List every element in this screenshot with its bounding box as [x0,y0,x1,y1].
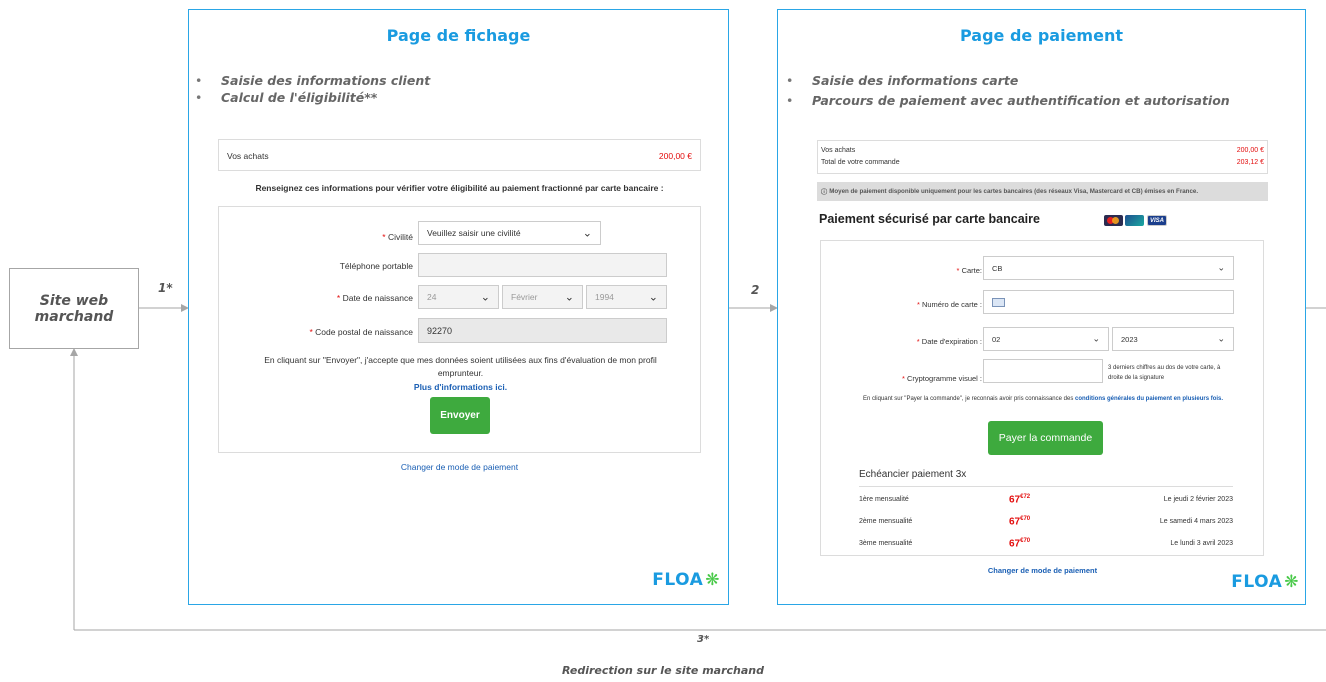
postal-input[interactable]: 92270 [418,318,667,343]
expiry-label: * Date d'expiration : [916,337,982,346]
installment-date: Le jeudi 2 février 2023 [1163,496,1233,503]
birth-month-select[interactable]: Février ⌄ [502,285,583,309]
chevron-down-icon: ⌄ [1217,262,1225,273]
floa-logo: FLOA ❋ [652,570,720,590]
fichage-bullet-2: • Calcul de l'éligibilité** [195,90,378,105]
paiement-panel: Page de paiement • Saisie des information… [777,9,1306,605]
paiement-title: Page de paiement [960,26,1123,45]
birth-year-select[interactable]: 1994 ⌄ [586,285,667,309]
birth-year-value: 1994 [595,292,614,302]
expiry-year-select[interactable]: 2023 ⌄ [1112,327,1234,351]
schedule-title: Echéancier paiement 3x [859,469,967,480]
terms-text: En cliquant sur "Payer la commande", je … [861,395,1225,404]
chevron-down-icon: ⌄ [1217,333,1225,344]
birth-day-value: 24 [427,292,437,302]
card-type-select[interactable]: CB ⌄ [983,256,1234,280]
card-notice: Moyen de paiement disponible uniquement … [829,188,1199,195]
credit-card-icon [992,297,1005,307]
paiement-bullet-1: • Saisie des informations carte [786,73,1019,88]
schedule-row: 1ère mensualité 67€72 Le jeudi 2 février… [859,494,1233,508]
mastercard-icon [1104,215,1123,226]
expiry-month-value: 02 [992,334,1001,344]
card-type-label: * Carte: [956,266,982,275]
redirect-label: Redirection sur le site marchand [561,664,765,677]
purchases-label: Vos achats [821,147,856,154]
installment-label: 1ère mensualité [859,496,909,503]
fichage-change-mode-link[interactable]: Changer de mode de paiement [189,462,730,472]
chevron-down-icon: ⌄ [648,291,658,304]
consent-text: En cliquant sur "Envoyer", j'accepte que… [264,355,657,378]
birth-day-select[interactable]: 24 ⌄ [418,285,499,309]
flower-icon: ❋ [705,570,720,590]
step2-label: 2 [751,283,760,297]
purchases-label: Vos achats [227,151,269,161]
chevron-down-icon: ⌄ [1092,333,1100,344]
installment-date: Le lundi 3 avril 2023 [1170,540,1233,547]
cb-icon [1125,215,1144,226]
total-amount: 203,12 € [1236,159,1264,166]
schedule-divider [859,486,1233,487]
card-number-input[interactable] [983,290,1234,314]
purchases-amount: 200,00 € [1236,147,1264,154]
civilite-select[interactable]: Veuillez saisir une civilité ⌄ [418,221,601,245]
step3-label: 3* [697,634,710,645]
cvv-input[interactable] [983,359,1103,383]
birth-month-value: Février [511,292,538,302]
card-number-label: * Numéro de carte : [916,300,982,309]
step1-label: 1* [158,281,173,295]
chevron-down-icon: ⌄ [582,227,592,240]
postal-label: * Code postal de naissance [309,327,413,337]
birthdate-label: * Date de naissance [336,293,413,303]
cvv-label: * Cryptogramme visuel : [901,374,982,383]
flower-icon: ❋ [1284,572,1299,592]
installment-label: 3ème mensualité [859,540,913,547]
expiry-year-value: 2023 [1121,334,1138,344]
fichage-form-card: * Civilité Veuillez saisir une civilité … [218,206,701,453]
chevron-down-icon: ⌄ [480,291,490,304]
civilite-value: Veuillez saisir une civilité [427,228,521,238]
fichage-instruction: Renseignez ces informations pour vérifie… [255,183,664,193]
schedule-row: 2ème mensualité 67€70 Le samedi 4 mars 2… [859,516,1233,530]
total-label: Total de votre commande [821,159,900,166]
installment-amount: 67€70 [1009,538,1031,550]
fichage-bullet-1: • Saisie des informations client [195,73,431,88]
schedule-row: 3ème mensualité 67€70 Le lundi 3 avril 2… [859,538,1233,552]
expiry-month-select[interactable]: 02 ⌄ [983,327,1109,351]
installment-amount: 67€72 [1009,494,1031,506]
terms-link[interactable]: conditions générales du paiement en plus… [1075,396,1223,402]
cvv-help: 3 derniers chiffres au dos de votre cart… [1108,365,1221,381]
installment-label: 2ème mensualité [859,518,913,525]
paiement-change-mode-link[interactable]: Changer de mode de paiement [778,566,1307,575]
secure-title: Paiement sécurisé par carte bancaire [819,212,1040,226]
pay-button[interactable]: Payer la commande [988,421,1103,455]
info-icon: ⓘ [821,189,828,196]
merchant-label-line2: marchand [34,308,114,325]
more-info-link[interactable]: Plus d'informations ici. [219,382,702,392]
civilite-label: * Civilité [382,232,413,242]
payment-form-card: * Carte: CB ⌄ * Numéro de carte : * Date… [820,240,1264,556]
floa-logo: FLOA ❋ [1231,572,1299,592]
purchases-amount: 200,00 € [658,151,692,161]
merchant-label-line1: Site web [39,292,109,309]
fichage-title: Page de fichage [386,26,531,45]
telephone-label: Téléphone portable [339,261,413,271]
paiement-bullet-2: • Parcours de paiement avec authentificat… [786,93,1230,108]
installment-date: Le samedi 4 mars 2023 [1159,518,1233,525]
visa-icon: VISA [1147,215,1167,226]
submit-button[interactable]: Envoyer [430,397,490,434]
card-notice-bar: ⓘ Moyen de paiement disponible uniquement… [817,182,1268,201]
installment-amount: 67€70 [1009,516,1031,528]
paiement-purchases-card: Vos achats 200,00 € Total de votre comma… [817,140,1268,174]
telephone-input[interactable] [418,253,667,277]
merchant-box: Site web marchand [9,268,139,349]
fichage-panel: Page de fichage • Saisie des informations… [188,9,729,605]
fichage-purchases-card: Vos achats 200,00 € [218,139,701,171]
card-type-value: CB [992,263,1003,273]
terms-prefix: En cliquant sur "Payer la commande", je … [862,396,1074,402]
chevron-down-icon: ⌄ [564,291,574,304]
